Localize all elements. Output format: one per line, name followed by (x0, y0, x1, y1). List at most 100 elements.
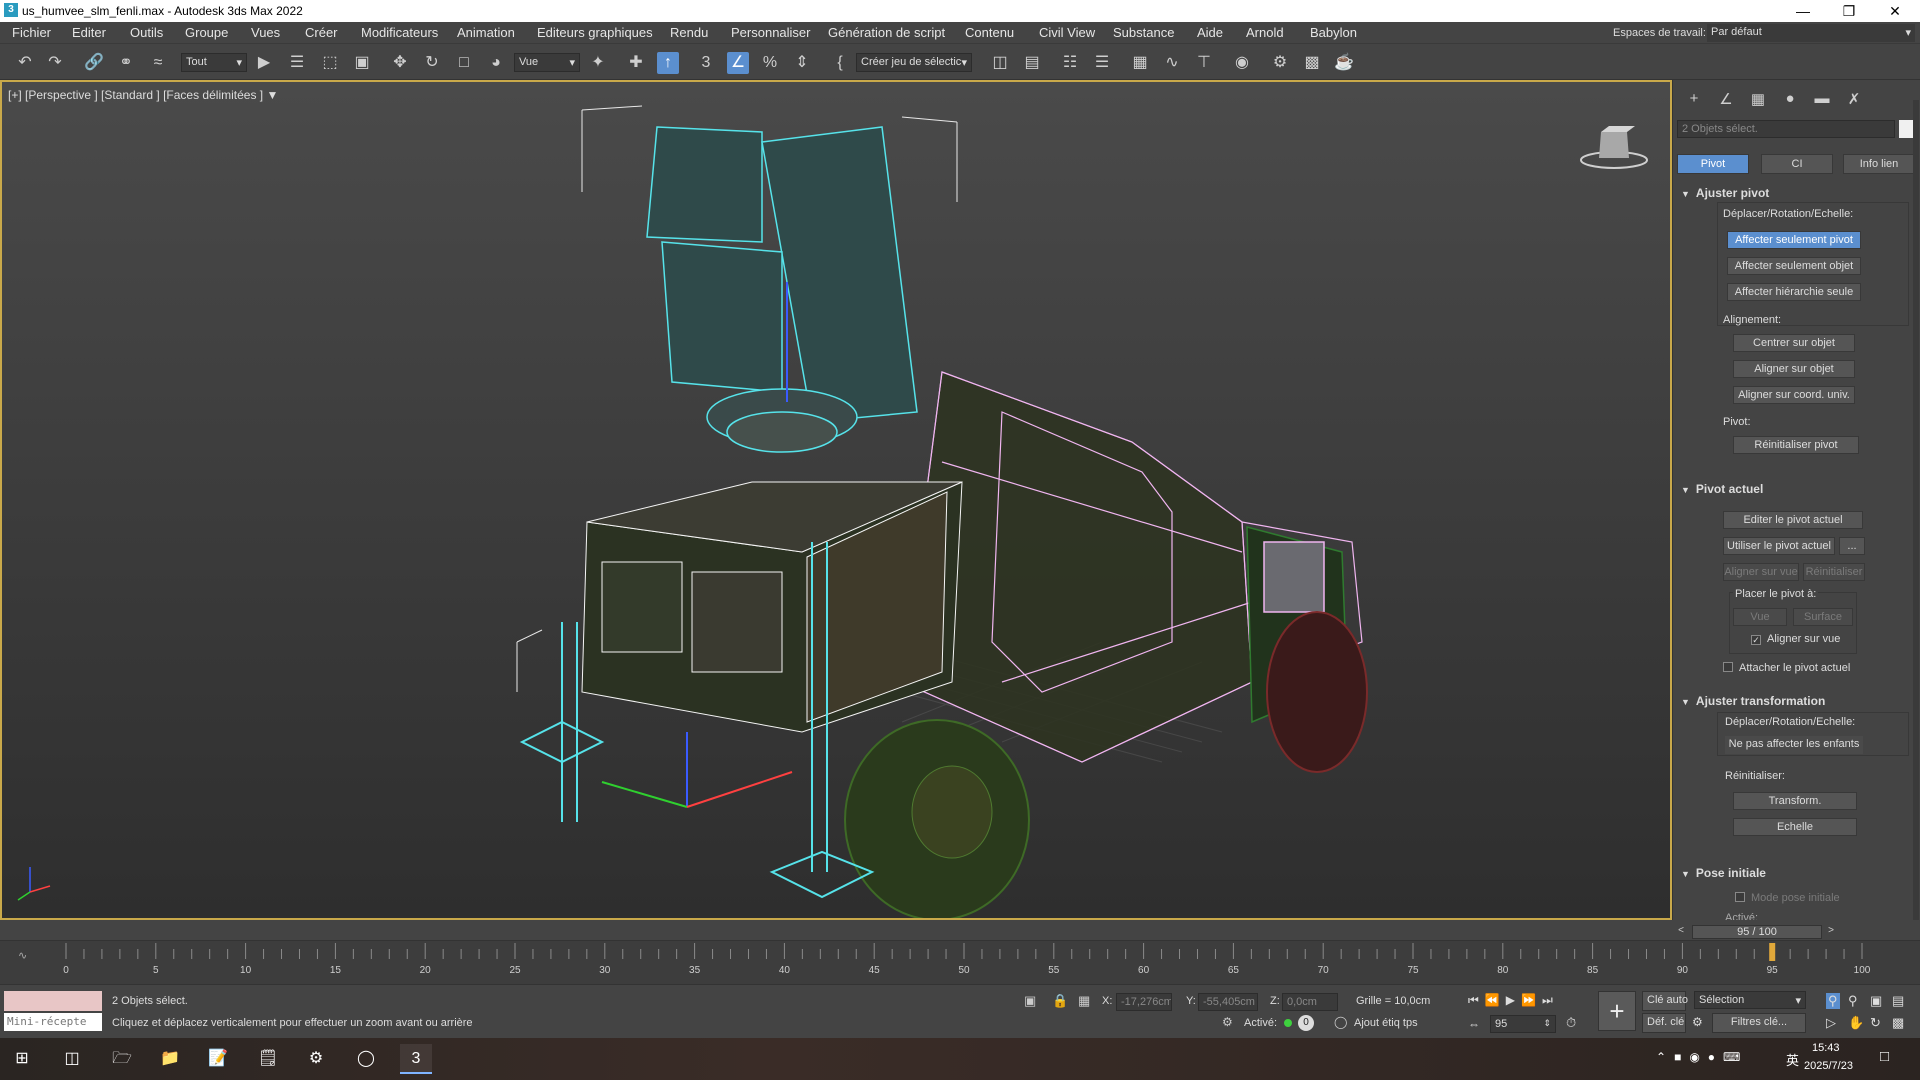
pan-view-icon[interactable]: ✋ (1848, 1015, 1864, 1031)
go-to-end-icon[interactable]: ⏭ (1542, 993, 1559, 1007)
play-icon[interactable]: ▶ (1506, 993, 1521, 1007)
edit-working-pivot-button[interactable]: Editer le pivot actuel (1723, 511, 1863, 529)
link-info-tab-button[interactable]: Info lien (1843, 154, 1915, 174)
rotate-icon[interactable]: ↻ (421, 52, 443, 74)
scene-wireframe[interactable] (2, 82, 1670, 918)
menu-animation[interactable]: Animation (457, 25, 515, 40)
toggle-ribbon-icon[interactable]: ▦ (1129, 52, 1151, 74)
orbit-icon[interactable]: ↻ (1870, 1015, 1881, 1031)
notepad-app-icon[interactable]: 📝 (202, 1044, 234, 1074)
next-key-icon[interactable]: ⏩ (1521, 993, 1542, 1007)
render-setup-icon[interactable]: ⚙ (1269, 52, 1291, 74)
menu-fichier[interactable]: Fichier (12, 25, 51, 40)
render-production-icon[interactable]: ☕ (1333, 52, 1355, 74)
go-to-start-icon[interactable]: ⏮ (1468, 993, 1485, 1007)
mirror-icon[interactable]: ◫ (989, 52, 1011, 74)
tray-chevron-icon[interactable]: ⌃ (1656, 1050, 1674, 1064)
selection-set-dropdown[interactable]: Sélection ▾ (1694, 991, 1806, 1009)
prev-frame-icon[interactable]: < (1672, 925, 1690, 939)
select-by-name-icon[interactable]: ☰ (286, 52, 308, 74)
wechat-icon[interactable]: ● (1708, 1050, 1723, 1064)
menu-babylon[interactable]: Babylon (1310, 25, 1357, 40)
time-tag-icon[interactable]: ◯ (1334, 1015, 1347, 1029)
skin-pose-mode-checkbox[interactable]: Mode pose initiale (1735, 892, 1840, 904)
command-panel-scrollbar[interactable] (1913, 100, 1919, 920)
time-configuration-icon[interactable]: ⏱ (1566, 1015, 1576, 1031)
menu-generation-script[interactable]: Génération de script (828, 25, 945, 40)
menu-modificateurs[interactable]: Modificateurs (361, 25, 438, 40)
named-selection-dropdown[interactable]: Créer jeu de sélectic ▾ (856, 53, 972, 72)
adjust-transform-rollout[interactable]: ▼ Ajuster transformation (1681, 694, 1825, 708)
schematic-view-icon[interactable]: ⊤ (1193, 52, 1215, 74)
field-of-view-icon[interactable]: ▷ (1826, 1015, 1836, 1031)
ref-coord-dropdown[interactable]: Vue ▾ (514, 53, 580, 72)
curve-editor-icon[interactable]: ∿ (1161, 52, 1183, 74)
bind-space-warp-icon[interactable]: ≈ (147, 52, 169, 74)
z-coordinate-field[interactable]: 0,0cm (1282, 993, 1338, 1011)
display-tab-icon[interactable]: ▬ (1811, 90, 1833, 112)
edit-named-selection-icon[interactable]: { (829, 52, 851, 74)
attach-working-pivot-checkbox[interactable]: Attacher le pivot actuel (1723, 662, 1850, 674)
menu-personnaliser[interactable]: Personnaliser (731, 25, 811, 40)
window-crossing-icon[interactable]: ▣ (351, 52, 373, 74)
scale-icon[interactable]: □ (453, 52, 475, 74)
reset-scale-button[interactable]: Echelle (1733, 818, 1857, 836)
blender-icon[interactable]: ⚙ (300, 1044, 332, 1074)
place-surface-button[interactable]: Surface (1793, 608, 1853, 626)
pivot-center-icon[interactable]: ✦ (587, 52, 609, 74)
adaptive-degradation-icon[interactable]: ⚙ (1222, 1015, 1233, 1029)
menu-contenu[interactable]: Contenu (965, 25, 1014, 40)
menu-creer[interactable]: Créer (305, 25, 338, 40)
key-filter-icon[interactable]: ⚙ (1692, 1015, 1703, 1029)
redo-icon[interactable]: ↷ (44, 52, 66, 74)
selection-filter-dropdown[interactable]: Tout ▾ (181, 53, 247, 72)
create-tab-icon[interactable]: + (1683, 90, 1705, 112)
link-icon[interactable]: 🔗 (83, 52, 105, 74)
align-to-view-checkbox[interactable]: ✓ Aligner sur vue (1751, 633, 1840, 645)
trackbar[interactable]: ∿ 0 5 10 15 20 25 30 35 40 45 50 55 60 65 70 75 80 85 90 95… (0, 940, 1920, 984)
undo-icon[interactable]: ↶ (14, 52, 36, 74)
minilistener-input[interactable]: Mini-récepte (4, 1013, 102, 1031)
workspace-dropdown[interactable]: Par défaut ▾ (1707, 24, 1915, 42)
previous-key-icon[interactable]: ⏪ (1485, 993, 1506, 1007)
menu-groupe[interactable]: Groupe (185, 25, 228, 40)
x-coordinate-field[interactable]: -17,276cm (1116, 993, 1172, 1011)
rect-selection-icon[interactable]: ⬚ (319, 52, 341, 74)
maxscript-listener-output[interactable] (4, 991, 102, 1011)
3ds-max-taskbar-icon[interactable]: 3 (400, 1044, 432, 1074)
timeline-ruler[interactable]: 0 5 10 15 20 25 30 35 40 45 50 55 60 65 70 75 80 85 90 95 10… (0, 941, 1920, 985)
file-explorer-icon[interactable]: 📁 (154, 1044, 186, 1074)
edge-browser-icon[interactable]: ◯ (350, 1044, 382, 1074)
hierarchy-tab-icon[interactable]: ▦ (1747, 90, 1769, 112)
working-pivot-more-button[interactable]: ... (1839, 537, 1865, 555)
align-to-view-button[interactable]: Aligner sur vue (1723, 563, 1799, 581)
move-icon[interactable]: ✥ (389, 52, 411, 74)
affect-hierarchy-only-button[interactable]: Affecter hiérarchie seule (1727, 283, 1861, 301)
pivot-tab-button[interactable]: Pivot (1677, 154, 1749, 174)
menu-vues[interactable]: Vues (251, 25, 280, 40)
close-icon[interactable]: ✕ (1872, 0, 1918, 22)
zoom-icon[interactable]: ⚲ (1826, 993, 1840, 1009)
minimize-icon[interactable]: — (1780, 0, 1826, 22)
layer-explorer-icon[interactable]: ☰ (1091, 52, 1113, 74)
isolate-selection-icon[interactable]: ▣ (1024, 993, 1036, 1009)
tray-app-icon[interactable]: ■ (1674, 1050, 1689, 1064)
select-object-icon[interactable]: ▶ (253, 52, 275, 74)
align-to-world-button[interactable]: Aligner sur coord. univ. (1733, 386, 1855, 404)
menu-editer[interactable]: Editer (72, 25, 106, 40)
key-filters-button[interactable]: Filtres clé... (1712, 1013, 1806, 1033)
current-frame-spinner[interactable]: 95 ⇕ (1490, 1015, 1556, 1033)
align-icon[interactable]: ▤ (1021, 52, 1043, 74)
scene-explorer-icon[interactable]: ☷ (1059, 52, 1081, 74)
current-frame-marker[interactable] (1769, 943, 1776, 961)
y-coordinate-field[interactable]: -55,405cm (1198, 993, 1258, 1011)
keyboard-icon[interactable]: ⌨ (1723, 1050, 1748, 1064)
place-view-button[interactable]: Vue (1733, 608, 1787, 626)
maximize-viewport-icon[interactable]: ▩ (1892, 1015, 1904, 1031)
placement-icon[interactable]: ◕ (485, 52, 507, 74)
set-key-button[interactable]: Déf. clé (1642, 1013, 1686, 1033)
spinner-snap-icon[interactable]: ⇕ (791, 52, 813, 74)
ime-indicator[interactable]: 英 (1786, 1050, 1799, 1069)
use-working-pivot-button[interactable]: Utiliser le pivot actuel (1723, 537, 1835, 555)
unlink-icon[interactable]: ⚭ (115, 52, 137, 74)
